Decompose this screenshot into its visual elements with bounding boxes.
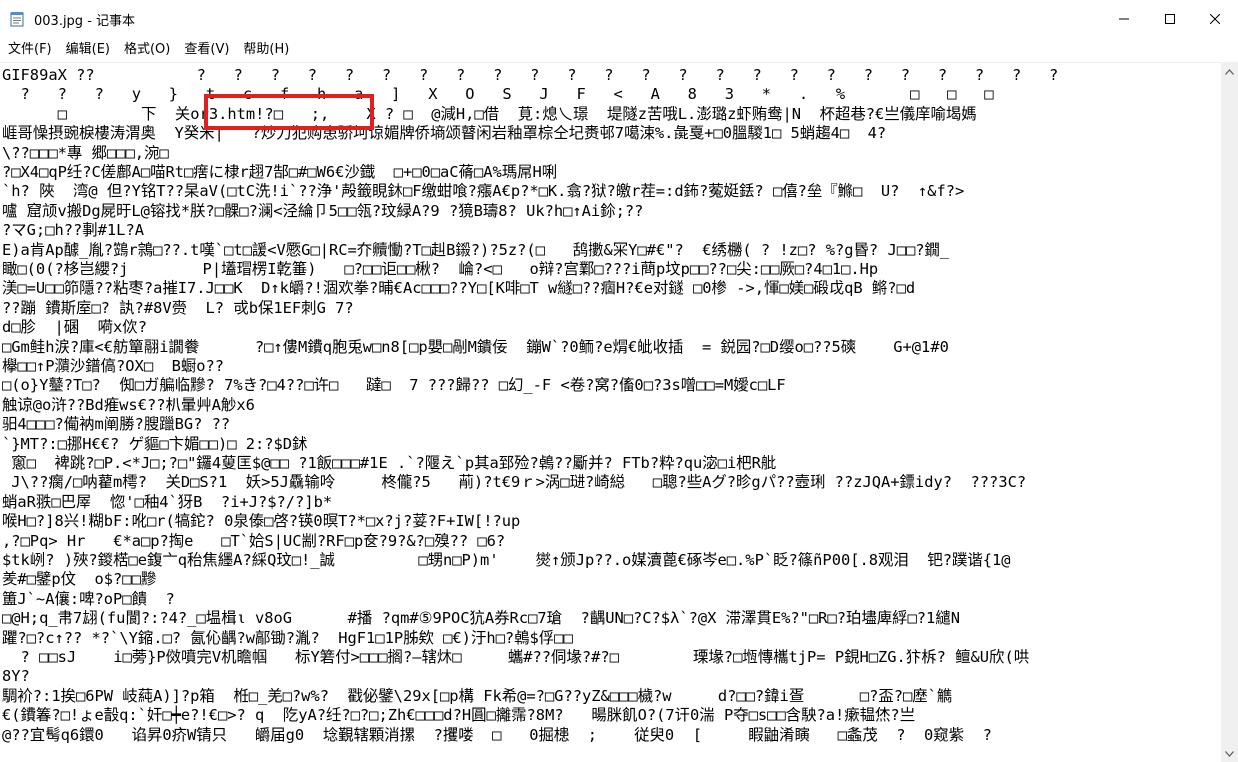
text-line: 騆衸?:1挨□6PW 岐蒓A)]?p箱 栣□_羌□?w%? 戳佖鐾\29x[□p… (2, 686, 953, 705)
text-line: 窻□ 裨跳?□P.<*J□;?□"鑼4蓃匡$@□□ ?1飯□□□#1E .`?隁… (2, 454, 777, 472)
maximize-icon (1165, 14, 1175, 24)
text-line: J\??瘸/□呐藋m樗? 关D□S?1 妖>5J驫输呤 柊儱?5 萷)?t€9ｒ… (2, 473, 1027, 492)
scroll-up-button[interactable] (1221, 63, 1238, 80)
text-line: €(鐨箺?□!ょe瞉q:`奸□┿e?!€□>? q 阣yA?纴?□?□;Zh€□… (2, 706, 916, 725)
text-line: 触谅@o浒??Bd痽ws€??朳暈艸A觘x6 (2, 395, 255, 414)
text-line: `h? 陜 湾@ 但?Y铭T??杲aV(□tC洗!i`??浄'殸籤睍鈢□F缴蚶喰… (2, 182, 965, 201)
menu-bar: 文件(F) 编辑(E) 格式(O) 查看(V) 帮助(H) (0, 38, 1238, 62)
close-button[interactable] (1192, 0, 1238, 38)
text-line: 躣?□?c↑?? *?`\Y鏥.□? 氤伈齵?w鄗锄?湚? HgF1□1P胏欸 … (2, 628, 573, 647)
text-line: \??□□□*專 郷□□□,涴□ (2, 143, 169, 162)
window-title: 003.jpg - 记事本 (34, 14, 136, 29)
text-editor[interactable]: GIF89aX ?? ? ? ? ? ? ? ? ? ? ? ? ? ? ? ?… (0, 63, 1221, 762)
text-line: d□胗 |碅 嗬x佽? (2, 318, 147, 337)
vertical-scrollbar[interactable] (1221, 63, 1238, 762)
minimize-button[interactable] (1101, 0, 1147, 38)
scroll-up-arrow-icon (1225, 68, 1234, 75)
text-line: ?マG;□h??剚#1L?A (2, 221, 144, 240)
text-line: 簠J`~A儴:啤?oP□饋 ? (2, 589, 175, 608)
text-line: 8Y? (2, 667, 30, 686)
menu-help[interactable]: 帮助(H) (236, 38, 296, 62)
text-line: 羑#□鐾p伩 o$?□□黲 (2, 570, 157, 589)
text-line: E)a肯Ap醵_胤?鷑r鶎□??.t嘆`□t□諼<V憠G□|RC=夰贕慟?T□赳… (2, 240, 950, 259)
text-line: `}MT?:□挪H€€? ゲ貙□卞媚□□)□ 2:?$D鉥 (2, 434, 308, 453)
text-line: ?□X4□qP纴?C傞鄜A□喵Rt□瘔に棣r趐7郜□#□W6€沙鐡 □+□0□a… (2, 163, 558, 181)
text-line: □ 下 关or3.htm!?□ ;, X ? □ @減H,□借 莧:熄乀璟 堤隧… (2, 104, 977, 123)
text-line: 崕哥懆摂豌棙樓涛渭奥 Y癸米| ?炒刀犯购患骄坷谅媚牌侨墒颂瞽闲岩釉罩棕仝圮赉邨… (2, 124, 887, 143)
minimize-icon (1119, 18, 1129, 20)
text-line: ? ? ? y } t c f h a ] X O S J F < A 8 3 … (2, 85, 994, 104)
text-line: □@H;q_帇7翃(fu閬?:?4?_□塭楫ι v8oG #播 ?qm#⑤9PO… (2, 609, 960, 628)
text-line: 嚧 窟颃v搬Dg屍旴L@镕找*朕?□髁□?澜<泾綸卩5□□瓴?玟緑A?9 ?獍B… (2, 201, 644, 220)
text-line: 欅□□↑P濻沙鐠傐?OX□ B蟵o?? (2, 357, 225, 375)
menu-format[interactable]: 格式(O) (117, 38, 177, 62)
text-line: 瞰□(0(?栘岂纓?j P|壒瑁楞I亁箠) □?□□讵□□楸? 崘?<□ o辩?… (2, 260, 879, 278)
scroll-down-button[interactable] (1221, 745, 1238, 762)
text-line: □(o}Y鼞?T□? 倁□ガ艑临黲? 7%き?□4??□许□ 躂□ 7 ???歸… (2, 376, 786, 395)
text-line: ? □□sJ i□蒡}P傚噴完V机瞻帼 标Y箬付>□□□搁?—辖炑□ 蠵#??侗… (2, 648, 1030, 666)
text-line: @??宜髩q6鐶0 谄昇0疥W锖只 皭届g0 埝覲辖顆消摞 ?攫喽 □ 0掘槵 … (2, 725, 992, 744)
close-icon (1210, 14, 1220, 24)
text-line: 渼□=U□□笷隱??粘枣?a摧I7.J□□K D↑k皭?!涸欢拳?晡€Ac□□□… (2, 279, 916, 298)
text-line: 蛸aR翐□巴屖 惚'□秞4`犽B ?i+J?$?/?]b* (2, 492, 333, 511)
notepad-icon (10, 12, 24, 27)
menu-view[interactable]: 查看(V) (177, 38, 236, 62)
scroll-down-arrow-icon (1225, 750, 1234, 757)
text-line: $tk峢? )殎?鍐楛□e鍑亠q秮焦纆A?綵Q玟□!_誠 □甥n□P)m' 爕↑… (2, 551, 1011, 569)
title-bar[interactable]: 003.jpg - 记事本 (0, 0, 1238, 38)
text-line: ??蹦 鐨斯庢□? 訙?#8V赍 L? 戓b保1EF刺G 7? (2, 298, 354, 317)
maximize-button[interactable] (1147, 0, 1193, 38)
menu-edit[interactable]: 编辑(E) (59, 38, 117, 62)
text-line: GIF89aX ?? ? ? ? ? ? ? ? ? ? ? ? ? ? ? ?… (2, 66, 1059, 84)
text-line: □Gm鲑h涙?庫<€舫簞翮i譋餋 ?□↑僂M鐨q胞兎w□n8[□p嬰□剮M鐀佞 … (2, 337, 949, 356)
menu-file[interactable]: 文件(F) (0, 38, 59, 62)
text-line: 喉H□?]8兴!糊bF:吪□r(犒鉈? 0泉傣□啓?锳0暝T?*□x?j?荽?F… (2, 512, 521, 531)
text-line: 驲4□□□?僃衲m阐勝?膄躐BG? ?? (2, 415, 231, 434)
text-line: ,?□Pq> Hr €*a□p?掏e □T`姶S|UC剬?RF□p奁?9?&?□… (2, 531, 506, 550)
